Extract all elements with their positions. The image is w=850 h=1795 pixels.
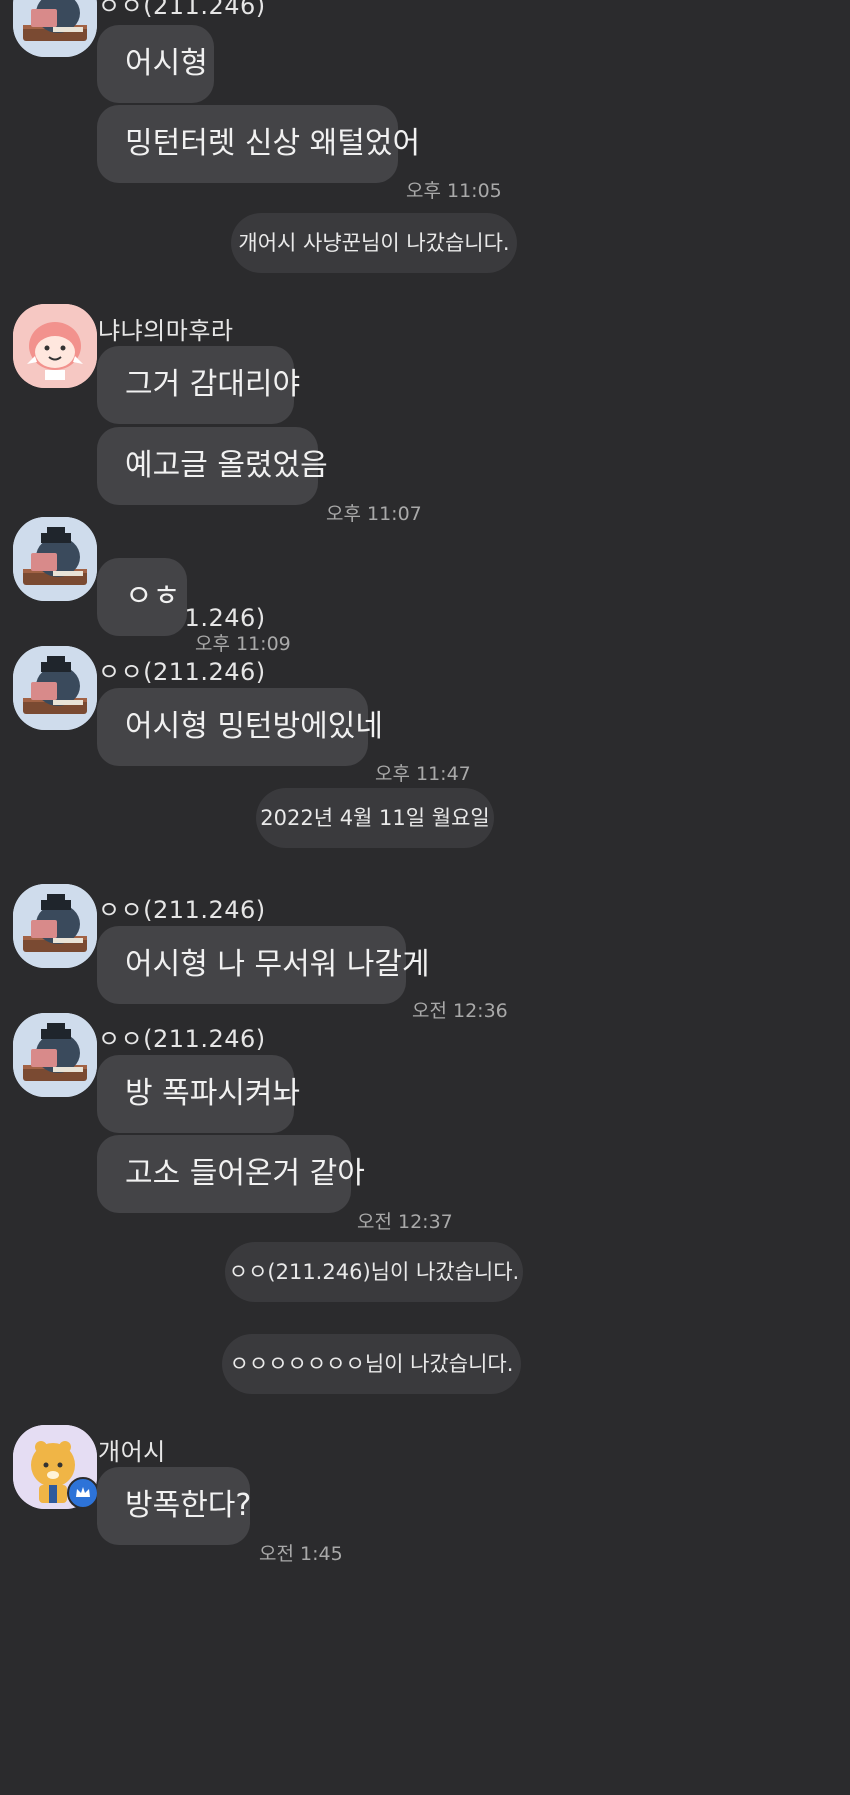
sender-name: ㅇㅇ(211.246) — [98, 0, 266, 20]
avatar[interactable] — [13, 304, 97, 388]
message-time: 오후 11:05 — [406, 180, 502, 202]
message-bubble[interactable]: ㅇㅎ — [97, 558, 187, 636]
message-bubble[interactable]: 방 폭파시켜놔 — [97, 1055, 300, 1133]
message-time: 오전 1:45 — [259, 1543, 343, 1565]
message-bubble[interactable]: 어시형 — [97, 25, 214, 103]
system-notice: ㅇㅇ(211.246)님이 나갔습니다. — [225, 1242, 523, 1302]
message-time: 오후 11:47 — [375, 763, 471, 785]
system-notice: 개어시 사냥꾼님이 나갔습니다. — [231, 213, 517, 273]
message-bubble[interactable]: 어시형 밍턴방에있네 — [97, 688, 383, 766]
avatar[interactable] — [13, 884, 97, 968]
message-bubble[interactable]: 방폭한다? — [97, 1467, 251, 1545]
message-time: 오전 12:36 — [412, 1000, 508, 1022]
message-bubble[interactable]: 어시형 나 무서워 나갈게 — [97, 926, 430, 1004]
message-bubble[interactable]: 예고글 올렸었음 — [97, 427, 328, 505]
laptop-desk-character-icon — [13, 884, 97, 968]
sender-name: ㅇㅇ(211.246) — [98, 658, 266, 686]
avatar[interactable] — [13, 646, 97, 730]
laptop-desk-character-icon — [13, 0, 97, 57]
avatar[interactable] — [13, 517, 97, 601]
sender-name: 개어시 — [98, 1438, 166, 1466]
laptop-desk-character-icon — [13, 646, 97, 730]
crown-badge-icon — [67, 1477, 99, 1509]
sender-name: ㅇㅇ(211.246) — [98, 1025, 266, 1053]
avatar[interactable] — [13, 0, 97, 57]
message-bubble[interactable]: 밍턴터렛 신상 왜털었어 — [97, 105, 420, 183]
avatar[interactable] — [13, 1013, 97, 1097]
date-divider: 2022년 4월 11일 월요일 — [256, 788, 494, 848]
message-bubble[interactable]: 고소 들어온거 같아 — [97, 1135, 365, 1213]
message-time: 오전 12:37 — [357, 1211, 453, 1233]
laptop-desk-character-icon — [13, 517, 97, 601]
pink-peach-character-icon — [13, 304, 97, 388]
message-bubble[interactable]: 그거 감대리야 — [97, 346, 300, 424]
sender-name: 냐냐의마후라 — [98, 317, 234, 345]
system-notice: ㅇㅇㅇㅇㅇㅇㅇ님이 나갔습니다. — [222, 1334, 521, 1394]
laptop-desk-character-icon — [13, 1013, 97, 1097]
sender-name: ㅇㅇ(211.246) — [98, 896, 266, 924]
message-time: 오후 11:07 — [326, 503, 422, 525]
